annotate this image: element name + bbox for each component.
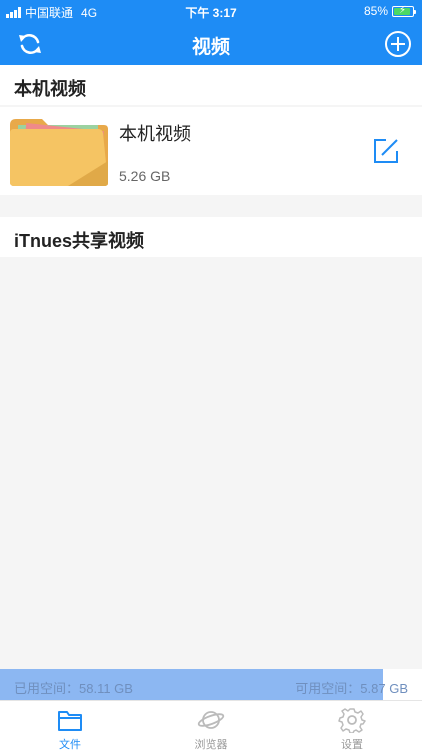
edit-icon[interactable] xyxy=(372,137,400,165)
item-size: 5.26 GB xyxy=(119,168,171,184)
folder-icon xyxy=(58,711,82,731)
folder-icon xyxy=(10,119,108,186)
list-item[interactable]: 本机视频 5.26 GB xyxy=(0,107,422,195)
tab-label: 文件 xyxy=(59,739,81,750)
battery-percent: 85% xyxy=(363,4,388,18)
item-name: 本机视频 xyxy=(119,124,191,144)
local-section-header: 本机视频 xyxy=(0,65,422,105)
gear-icon xyxy=(338,708,366,733)
tab-settings[interactable]: 设置 xyxy=(282,701,422,750)
used-space-label: 已用空间：58.11 GB xyxy=(14,681,133,696)
status-time: 下午 3:17 xyxy=(185,6,237,20)
tab-bar: 文件 浏览器 设置 xyxy=(0,700,422,750)
add-circle-icon[interactable] xyxy=(384,30,412,58)
top-bar: 中国联通 4G 下午 3:17 85% ⚡ 视频 xyxy=(0,0,422,65)
page-title: 视频 xyxy=(191,37,230,58)
tab-label: 浏览器 xyxy=(194,739,228,750)
planet-icon xyxy=(197,711,225,729)
tab-label: 设置 xyxy=(341,739,363,750)
itunes-section-header: iTnues共享视频 xyxy=(0,217,422,257)
status-bar: 中国联通 4G 下午 3:17 85% ⚡ xyxy=(0,0,422,22)
nav-bar: 视频 xyxy=(0,22,422,65)
tab-browser[interactable]: 浏览器 xyxy=(141,701,281,750)
storage-bar: 已用空间：58.11 GB 可用空间：5.87 GB xyxy=(0,669,422,700)
available-space-label: 可用空间：5.87 GB xyxy=(295,681,408,696)
tab-files[interactable]: 文件 xyxy=(0,701,140,750)
battery-icon: ⚡ xyxy=(392,5,416,17)
